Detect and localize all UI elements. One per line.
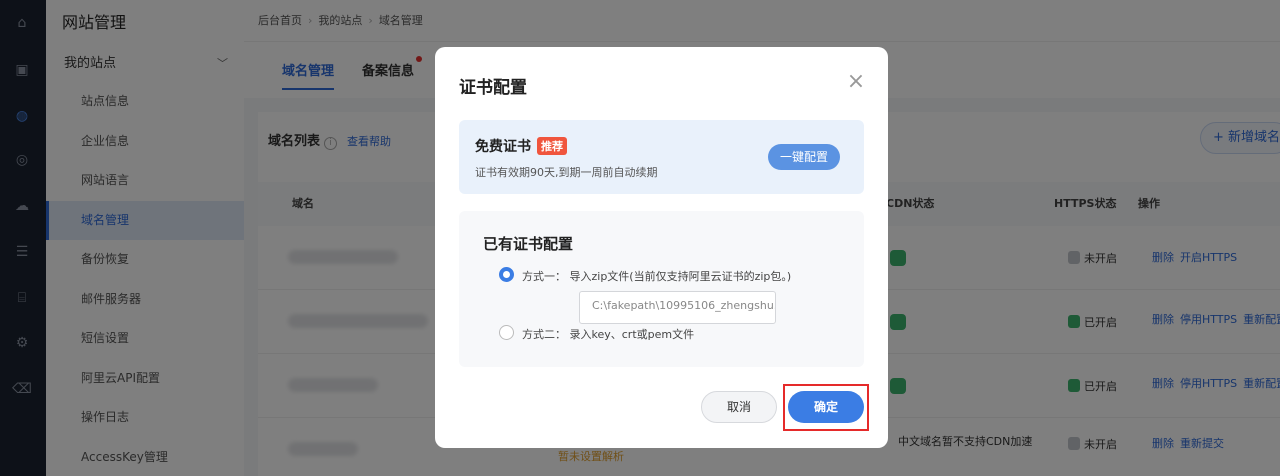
one-click-config-button[interactable]: 一键配置 xyxy=(768,144,840,170)
existing-certificate-card: 已有证书配置 方式一： 导入zip文件(当前仅支持阿里云证书的zip包。) C:… xyxy=(459,211,864,367)
existing-certificate-title: 已有证书配置 xyxy=(483,235,574,253)
close-icon[interactable]: × xyxy=(846,71,866,93)
option-zip-radio[interactable] xyxy=(499,267,514,282)
confirm-button[interactable]: 确定 xyxy=(788,391,864,423)
certificate-config-dialog: 证书配置 × 免费证书 推荐 证书有效期90天,到期一周前自动续期 一键配置 已有… xyxy=(435,47,888,448)
free-certificate-title: 免费证书 推荐 xyxy=(475,136,567,156)
option-key-label[interactable]: 方式二： 录入key、crt或pem文件 xyxy=(522,326,694,342)
zip-file-input[interactable]: C:\fakepath\10995106_zhengshu.csvb.top_n… xyxy=(579,291,776,324)
option-key-radio[interactable] xyxy=(499,325,514,340)
free-certificate-label: 免费证书 xyxy=(475,139,531,155)
cancel-button[interactable]: 取消 xyxy=(701,391,777,423)
free-certificate-card: 免费证书 推荐 证书有效期90天,到期一周前自动续期 一键配置 xyxy=(459,120,864,194)
option-zip-label[interactable]: 方式一： 导入zip文件(当前仅支持阿里云证书的zip包。) xyxy=(522,268,791,284)
recommended-badge: 推荐 xyxy=(537,137,567,155)
free-certificate-subtitle: 证书有效期90天,到期一周前自动续期 xyxy=(475,166,658,179)
dialog-title: 证书配置 xyxy=(459,78,527,98)
